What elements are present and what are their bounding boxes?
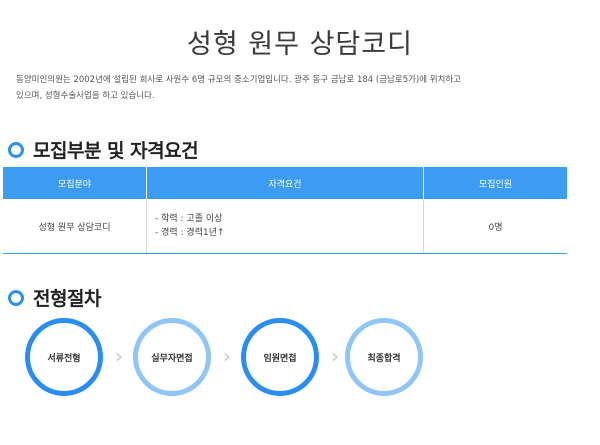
qualification-education: - 학력 : 고졸 이상	[155, 214, 223, 224]
cell-field: 성형 원무 상담코디	[3, 199, 147, 254]
process-steps: 서류전형 › 실무자면접 › 임원면접 › 최종합격	[25, 318, 585, 408]
step-executive-interview: 임원면접	[241, 318, 319, 396]
company-intro: 동양미인의원는 2002년에 설립된 회사로 사원수 6명 규모의 중소기업입니…	[16, 72, 576, 104]
step-practical-interview: 실무자면접	[133, 318, 211, 396]
section-title-process: 전형절차	[33, 288, 101, 310]
section-title-requirements: 모집부분 및 자격요건	[33, 140, 199, 162]
step-final-pass: 최종합격	[345, 318, 423, 396]
ring-icon	[8, 289, 24, 306]
step-label: 서류전형	[47, 353, 81, 364]
step-label: 최종합격	[367, 353, 401, 364]
header-count: 모집인원	[423, 167, 567, 199]
chevron-right-icon: ›	[114, 344, 124, 368]
intro-line-1: 동양미인의원는 2002년에 설립된 회사로 사원수 6명 규모의 중소기업입니…	[16, 75, 462, 85]
intro-line-2: 있으며, 성형수술사업을 하고 있습니다.	[16, 91, 155, 101]
table-header-row: 모집분야 자격요건 모집인원	[3, 167, 567, 199]
header-field: 모집분야	[3, 167, 147, 199]
cell-count: 0명	[423, 199, 567, 254]
step-label: 임원면접	[263, 353, 297, 364]
header-qualifications: 자격요건	[146, 167, 424, 199]
step-label: 실무자면접	[151, 353, 193, 364]
section-process-header: 전형절차	[8, 284, 101, 311]
chevron-right-icon: ›	[222, 344, 232, 368]
section-requirements-header: 모집부분 및 자격요건	[8, 136, 199, 163]
qualification-experience: - 경력 : 경력1년↑	[155, 228, 225, 238]
cell-qualifications: - 학력 : 고졸 이상 - 경력 : 경력1년↑	[146, 199, 424, 254]
table-row: 성형 원무 상담코디 - 학력 : 고졸 이상 - 경력 : 경력1년↑ 0명	[3, 199, 567, 254]
page-title: 성형 원무 상담코디	[187, 29, 413, 60]
chevron-right-icon: ›	[330, 344, 340, 368]
ring-icon	[8, 141, 24, 158]
requirements-table: 모집분야 자격요건 모집인원 성형 원무 상담코디 - 학력 : 고졸 이상 -…	[3, 167, 567, 254]
step-document-screening: 서류전형	[25, 318, 103, 396]
